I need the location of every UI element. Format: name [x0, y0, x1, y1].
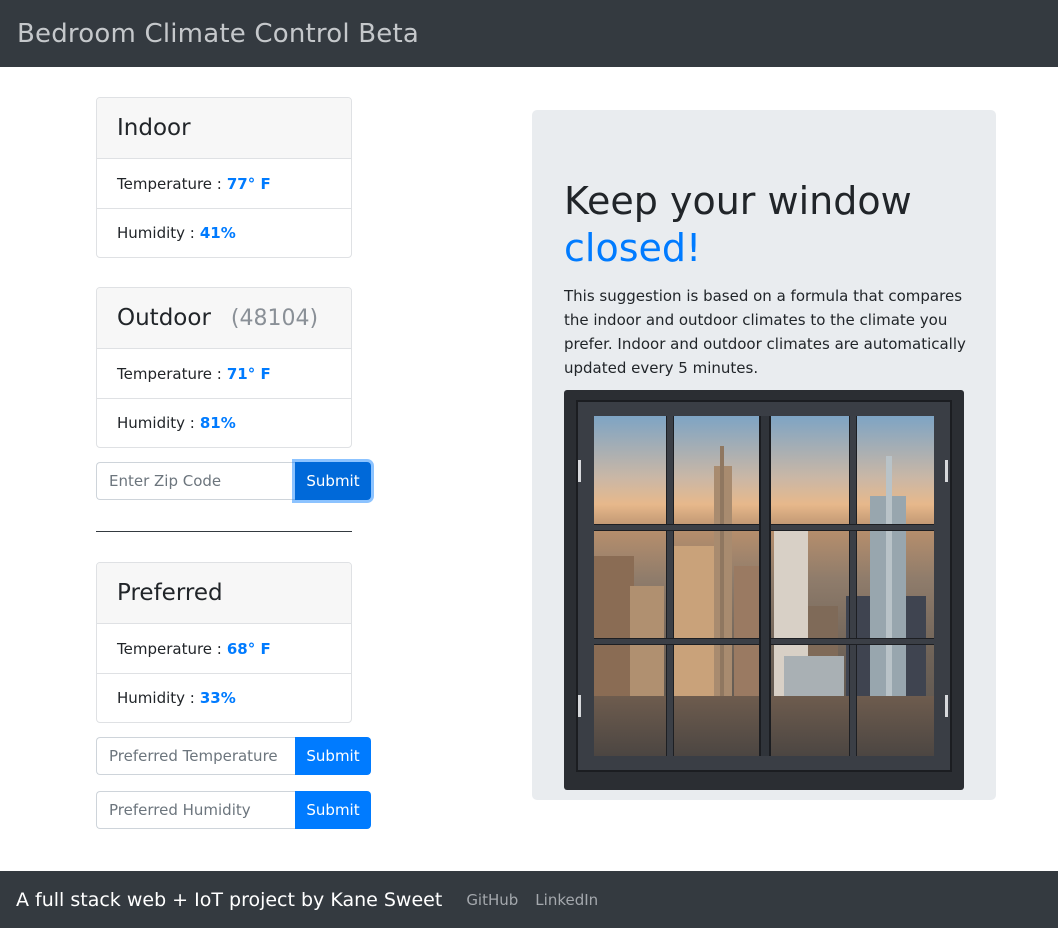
- window-frame: [576, 400, 952, 772]
- outdoor-card-header: Outdoor (48104): [97, 288, 351, 349]
- zip-form: Submit: [96, 462, 372, 500]
- indoor-card-header: Indoor: [97, 98, 351, 159]
- window-hinge: [945, 460, 948, 482]
- indoor-temperature-row: Temperature : 77° F: [97, 159, 351, 208]
- indoor-humidity-row: Humidity : 41%: [97, 208, 351, 257]
- preferred-humidity-row: Humidity : 33%: [97, 673, 351, 722]
- zip-submit-button[interactable]: Submit: [295, 462, 371, 500]
- footer: A full stack web + IoT project by Kane S…: [0, 871, 1058, 928]
- window-sash-divider: [759, 416, 771, 756]
- preferred-humidity-label: Humidity :: [117, 689, 195, 707]
- outdoor-humidity-label: Humidity :: [117, 414, 195, 432]
- section-divider: [96, 531, 352, 532]
- linkedin-link[interactable]: LinkedIn: [535, 891, 598, 909]
- indoor-card: Indoor Temperature : 77° F Humidity : 41…: [96, 97, 352, 258]
- window-hinge: [578, 460, 581, 482]
- closed-window-image: [564, 390, 964, 790]
- preferred-temperature-row: Temperature : 68° F: [97, 624, 351, 673]
- indoor-humidity-value: 41%: [199, 224, 236, 242]
- navbar: Bedroom Climate Control Beta: [0, 0, 1058, 67]
- preferred-temperature-input[interactable]: [96, 737, 295, 775]
- window-mullion: [666, 416, 674, 756]
- preferred-title: Preferred: [117, 580, 223, 606]
- preferred-temperature-label: Temperature :: [117, 639, 222, 658]
- preferred-humidity-submit-button[interactable]: Submit: [295, 791, 371, 829]
- preferred-temperature-submit-button[interactable]: Submit: [295, 737, 371, 775]
- outdoor-zip: (48104): [230, 305, 319, 331]
- github-link[interactable]: GitHub: [466, 891, 518, 909]
- preferred-humidity-form: Submit: [96, 791, 372, 829]
- outdoor-temperature-label: Temperature :: [117, 364, 222, 383]
- outdoor-title: Outdoor: [117, 305, 211, 331]
- indoor-temperature-label: Temperature :: [117, 174, 222, 193]
- preferred-card: Preferred Temperature : 68° F Humidity :…: [96, 562, 352, 723]
- outdoor-humidity-row: Humidity : 81%: [97, 398, 351, 447]
- city-view: [594, 416, 934, 756]
- indoor-humidity-label: Humidity :: [117, 224, 195, 242]
- preferred-temperature-form: Submit: [96, 737, 372, 775]
- outdoor-temperature-row: Temperature : 71° F: [97, 349, 351, 398]
- outdoor-humidity-value: 81%: [199, 414, 236, 432]
- recommendation-heading: Keep your window closed!: [564, 178, 964, 272]
- recommendation-heading-text: Keep your window: [564, 179, 912, 223]
- indoor-temperature-value: 77° F: [226, 174, 271, 193]
- recommendation-status: closed!: [564, 226, 702, 270]
- navbar-brand[interactable]: Bedroom Climate Control Beta: [17, 19, 419, 49]
- recommendation-panel: Keep your window closed! This suggestion…: [532, 110, 996, 800]
- window-hinge: [578, 695, 581, 717]
- window-hinge: [945, 695, 948, 717]
- outdoor-temperature-value: 71° F: [226, 364, 271, 383]
- preferred-card-header: Preferred: [97, 563, 351, 624]
- indoor-title: Indoor: [117, 115, 191, 141]
- window-mullion: [849, 416, 857, 756]
- outdoor-card: Outdoor (48104) Temperature : 71° F Humi…: [96, 287, 352, 448]
- zip-input[interactable]: [96, 462, 295, 500]
- preferred-humidity-value: 33%: [199, 689, 236, 707]
- preferred-temperature-value: 68° F: [226, 639, 271, 658]
- preferred-humidity-input[interactable]: [96, 791, 295, 829]
- recommendation-description: This suggestion is based on a formula th…: [564, 287, 966, 377]
- footer-credit: A full stack web + IoT project by Kane S…: [16, 888, 443, 911]
